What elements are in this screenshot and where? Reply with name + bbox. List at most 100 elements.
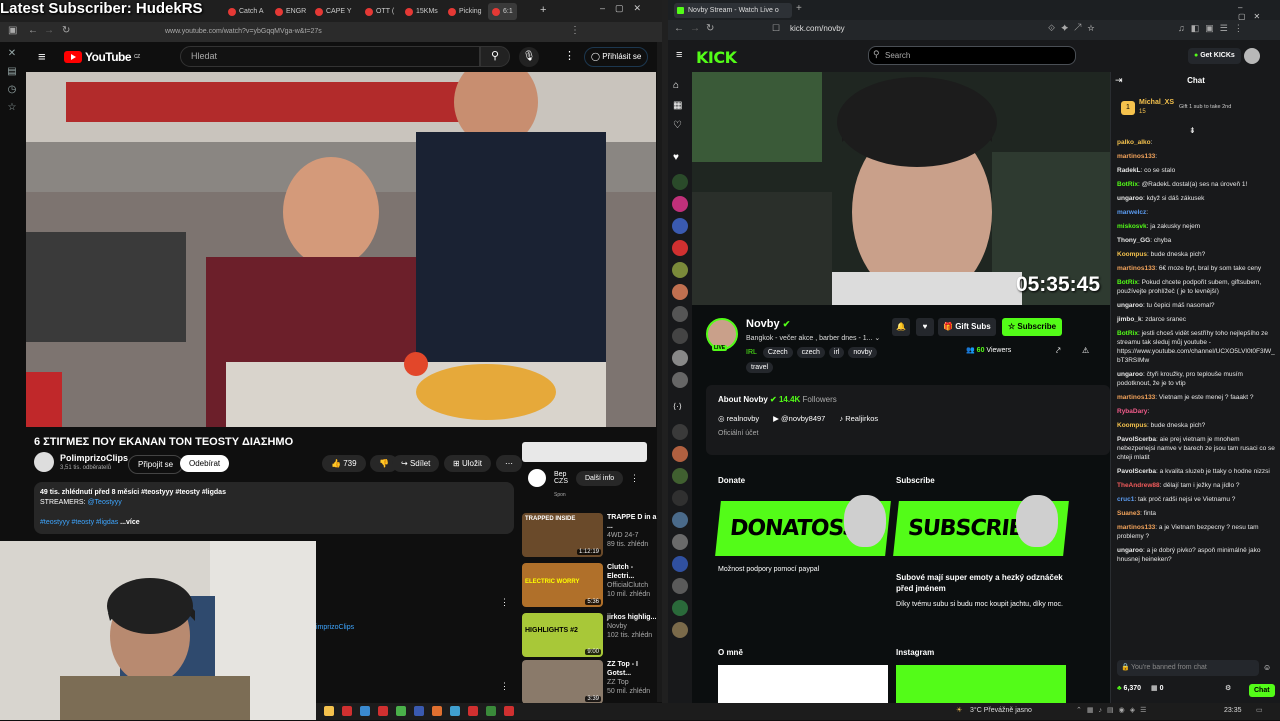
taskbar-app-icon[interactable] [377, 706, 388, 716]
share-button[interactable]: ↪ Sdílet [392, 455, 440, 472]
save-button[interactable]: ⊞ Uložit [444, 455, 491, 472]
url-field[interactable]: kick.com/novby [790, 24, 845, 33]
chat-username[interactable]: ungaroo [1117, 371, 1143, 378]
channel-avatar[interactable] [672, 556, 688, 572]
chat-username[interactable]: cruc1 [1117, 496, 1134, 503]
channel-avatar[interactable] [672, 446, 688, 462]
tag-chip[interactable]: czech [796, 347, 825, 358]
chat-username[interactable]: BotRix [1117, 330, 1138, 337]
forward-icon[interactable]: → [690, 23, 700, 34]
chat-username[interactable]: ungaroo [1117, 195, 1143, 202]
comment-menu-icon[interactable]: ⋮ [500, 597, 509, 608]
ad-info-button[interactable]: Další info [576, 471, 624, 486]
search-input[interactable]: Hledat [180, 46, 480, 67]
taskbar-app-icon[interactable] [503, 706, 514, 716]
show-more-link[interactable]: ...více [120, 519, 139, 526]
channel-avatar[interactable] [672, 490, 688, 506]
inbox-icon[interactable]: ▤ [6, 66, 18, 78]
mic-icon[interactable]: 🎙 [519, 47, 539, 67]
new-tab-icon[interactable]: + [540, 4, 546, 16]
report-icon[interactable]: ⚠ [1082, 346, 1089, 355]
taskbar-app-icon[interactable] [341, 706, 352, 716]
rec-item[interactable]: 3:39 ZZ Top - I Gotst... ZZ Top 50 mil. zh… [522, 660, 657, 704]
tab-active[interactable]: 6:1 [488, 3, 517, 20]
streamer-link[interactable]: @Teostyyy [87, 499, 121, 506]
history-icon[interactable]: ◷ [6, 84, 18, 96]
channel-avatar[interactable] [34, 452, 54, 472]
ad-banner[interactable] [522, 442, 647, 462]
comment-menu-icon[interactable]: ⋮ [500, 681, 509, 692]
ad-menu-icon[interactable]: ⋮ [630, 473, 639, 484]
tray-icons[interactable]: ⌃▦♪▤◉◈☰ [1076, 706, 1151, 714]
like-button[interactable]: 👍 739 [322, 455, 366, 472]
taskbar-app-icon[interactable] [449, 706, 460, 716]
more-options-icon[interactable]: ⋮ [564, 49, 575, 62]
notification-bell-icon[interactable]: 🔔 [892, 318, 910, 336]
taskbar-app-icon[interactable] [359, 706, 370, 716]
channel-name[interactable]: PolimprizoClips [60, 453, 128, 463]
stream-player[interactable]: 05:35:45 [692, 72, 1110, 305]
get-kicks-button[interactable]: ● Get KICKs [1188, 48, 1241, 64]
channel-avatar[interactable] [672, 218, 688, 234]
channel-avatar[interactable] [672, 328, 688, 344]
pin-icon[interactable]: ⇟ [1189, 126, 1196, 135]
rec-item[interactable]: ELECTRIC WORRY 5:36 Clutch - Electri... Of… [522, 563, 657, 607]
chat-username[interactable]: martinos133 [1117, 394, 1155, 401]
chat-username[interactable]: marwelcz [1117, 209, 1146, 216]
reload-icon[interactable]: ↻ [62, 25, 70, 36]
channel-avatar[interactable] [672, 350, 688, 366]
taskbar-app-icon[interactable] [431, 706, 442, 716]
chat-username[interactable]: PavolScerba [1117, 436, 1156, 443]
back-icon[interactable]: ← [674, 23, 684, 34]
channel-avatar[interactable] [672, 534, 688, 550]
kick-tab[interactable]: Novby Stream - Watch Live o [674, 3, 792, 18]
taskbar-app-icon[interactable] [485, 706, 496, 716]
channel-avatar[interactable] [672, 240, 688, 256]
subscribe-banner[interactable]: SUBSCRIBE [893, 495, 1071, 556]
share-icon[interactable]: ⤤ [1056, 346, 1061, 356]
menu-dots-icon[interactable]: ⋮ [570, 25, 580, 36]
notifications-icon[interactable]: ▭ [1256, 706, 1263, 714]
following-icon[interactable]: ♡ [673, 120, 682, 131]
chat-username[interactable]: BotRix [1117, 181, 1138, 188]
window-controls[interactable]: –▢✕ [600, 3, 651, 14]
chat-username[interactable]: ungaroo [1117, 547, 1143, 554]
sidebar-toggle-icon[interactable]: ▣ [8, 25, 17, 36]
taskbar-app-icon[interactable] [395, 706, 406, 716]
channel-avatar[interactable] [672, 600, 688, 616]
emoji-icon[interactable]: ☺ [1263, 663, 1271, 672]
search-input[interactable]: Search [868, 46, 1076, 65]
channel-avatar[interactable] [672, 468, 688, 484]
tab-1[interactable]: Catch A [228, 3, 264, 20]
chevron-down-icon[interactable]: ⌄ [874, 335, 880, 342]
taskbar-app-icon[interactable] [413, 706, 424, 716]
streamer-name[interactable]: Novby ✔ [746, 318, 790, 330]
favorites-icon[interactable]: ♥ [673, 152, 679, 163]
channel-avatar[interactable] [672, 622, 688, 638]
donate-banner[interactable]: DONATOSS [715, 495, 893, 556]
description-box[interactable]: 49 tis. zhlédnutí před 8 měsíci #teostyy… [34, 482, 514, 534]
new-tab-icon[interactable]: + [796, 3, 802, 14]
chat-username[interactable]: martinos133 [1117, 524, 1155, 531]
channel-avatar[interactable] [672, 174, 688, 190]
chat-username[interactable]: martinos133 [1117, 265, 1155, 272]
weather-text[interactable]: 3°C Převážně jasno [970, 707, 1032, 714]
tag-chip[interactable]: Czech [762, 347, 793, 358]
subscribe-button[interactable]: Odebírat [180, 455, 230, 472]
ad-card[interactable]: Bep CZS Spon Další info ⋮ [522, 465, 647, 505]
chat-username[interactable]: palko_alko [1117, 139, 1151, 146]
clock[interactable]: 23:35 [1224, 707, 1242, 714]
toolbar-icons[interactable]: ♫◧▣☰⋮ [1178, 23, 1249, 34]
tab-5[interactable]: 15KMs [405, 3, 438, 20]
taskbar-app-icon[interactable] [467, 706, 478, 716]
chat-username[interactable]: martinos133 [1117, 153, 1155, 160]
hashtags[interactable]: #teostyyy #teosty #ligdas [40, 519, 118, 526]
chat-username[interactable]: Koompus [1117, 422, 1147, 429]
bookmark-icon[interactable]: ☐ [772, 23, 780, 34]
back-icon[interactable]: ← [28, 25, 38, 36]
social-youtube[interactable]: ▶ @novby8497 [773, 414, 825, 423]
channel-avatar[interactable] [672, 512, 688, 528]
channel-avatar[interactable] [672, 262, 688, 278]
window-controls[interactable]: –▢✕ [1238, 3, 1280, 21]
gift-subs-button[interactable]: 🎁 Gift Subs [938, 318, 996, 336]
